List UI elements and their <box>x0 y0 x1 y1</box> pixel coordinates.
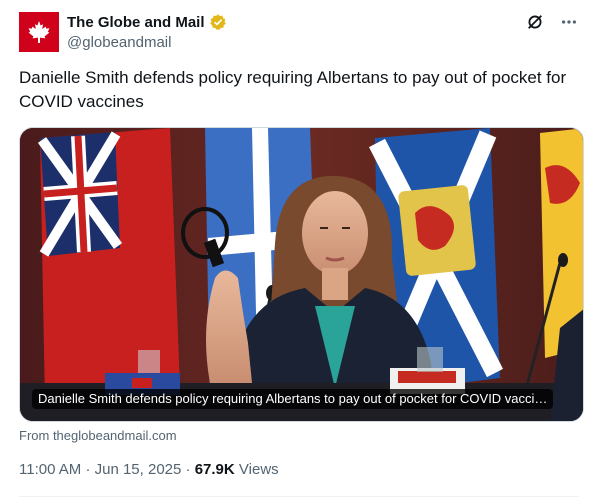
news-photo <box>20 128 583 421</box>
author-name[interactable]: The Globe and Mail <box>67 14 205 31</box>
link-source[interactable]: From theglobeandmail.com <box>19 428 177 443</box>
maple-leaf-icon <box>28 21 50 43</box>
author-block: The Globe and Mail @globeandmail <box>67 12 227 51</box>
author-handle[interactable]: @globeandmail <box>67 34 227 51</box>
views-label: Views <box>238 461 279 478</box>
avatar[interactable] <box>19 12 59 52</box>
tweet-date[interactable]: Jun 15, 2025 <box>95 461 182 478</box>
verified-badge-icon <box>209 14 226 30</box>
meta-separator-2: · <box>185 461 191 478</box>
link-card-caption[interactable]: Danielle Smith defends policy requiring … <box>32 389 554 409</box>
tweet-time[interactable]: 11:00 AM <box>19 461 81 478</box>
meta-separator: · <box>85 461 91 478</box>
tweet-meta: 11:00 AM · Jun 15, 2025 · 67.9K Views <box>19 461 279 478</box>
tweet: The Globe and Mail @globeandmail Daniell… <box>0 0 595 500</box>
views-count[interactable]: 67.9K <box>195 461 235 478</box>
top-actions <box>525 12 579 32</box>
link-card-image[interactable]: Danielle Smith defends policy requiring … <box>19 127 584 422</box>
more-options-icon[interactable] <box>559 12 579 32</box>
grok-icon[interactable] <box>525 12 545 32</box>
tweet-text: Danielle Smith defends policy requiring … <box>19 68 567 111</box>
divider <box>19 496 579 497</box>
